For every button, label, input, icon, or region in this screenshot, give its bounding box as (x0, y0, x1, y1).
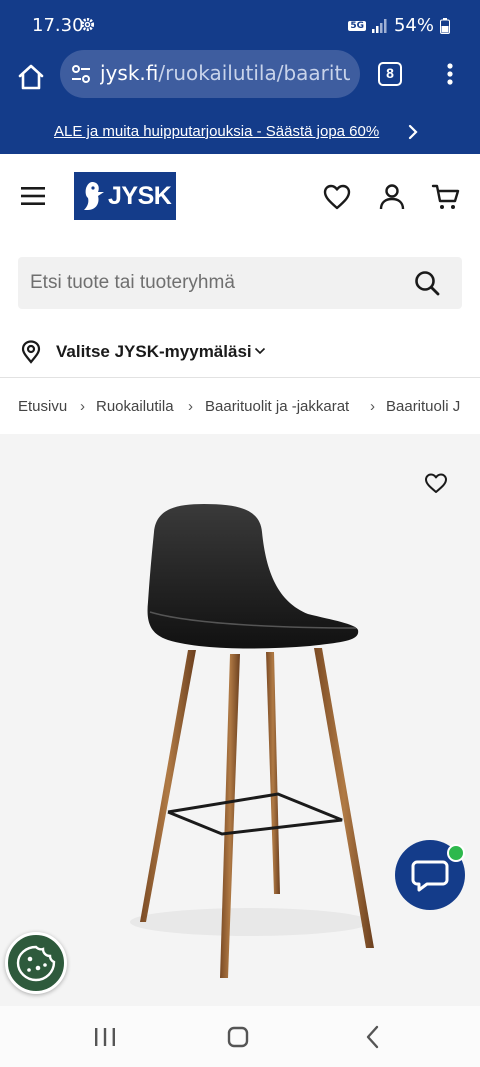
breadcrumb-item-barstools[interactable]: Baarituolit ja -jakkarat (205, 398, 349, 415)
chevron-right-icon (408, 124, 418, 140)
gear-icon (80, 17, 95, 32)
breadcrumb-separator: › (370, 398, 375, 415)
bird-logo-icon (84, 182, 104, 210)
more-options-icon[interactable] (440, 60, 460, 88)
person-icon[interactable] (377, 182, 407, 212)
network-type: 5G (348, 20, 366, 31)
search-input[interactable] (30, 267, 400, 299)
breadcrumb: Etusivu › Ruokailutila › Baarituolit ja … (0, 380, 480, 434)
status-bar: 17.30 5G 54% (0, 0, 480, 50)
breadcrumb-item-home[interactable]: Etusivu (18, 398, 67, 415)
url-text[interactable]: jysk.fi/ruokailutila/baarituo (100, 61, 350, 85)
chevron-down-icon (254, 347, 266, 355)
location-pin-icon (21, 340, 41, 364)
promo-banner[interactable]: ALE ja muita huipputarjouksia - Säästä j… (0, 112, 480, 154)
breadcrumb-separator: › (188, 398, 193, 415)
breadcrumb-separator: › (80, 398, 85, 415)
logo-text: JYSK (108, 182, 172, 210)
jysk-logo[interactable]: JYSK (74, 172, 176, 220)
home-icon[interactable] (16, 62, 46, 92)
address-bar[interactable]: jysk.fi/ruokailutila/baarituo (60, 50, 360, 98)
recent-apps-icon[interactable] (92, 1024, 118, 1050)
system-navigation-bar (0, 1006, 480, 1067)
signal-icon (371, 18, 387, 33)
battery-icon (440, 17, 450, 34)
cart-icon[interactable] (431, 182, 461, 212)
site-header: JYSK (0, 154, 480, 240)
heart-icon[interactable] (424, 472, 448, 494)
url-path: /ruokailutila/baarituo (158, 61, 350, 85)
search-icon[interactable] (414, 270, 440, 296)
bar-stool-product-image (130, 504, 374, 978)
browser-toolbar: jysk.fi/ruokailutila/baarituo 8 (0, 50, 480, 112)
cookie-settings-button[interactable] (5, 932, 67, 994)
heart-icon[interactable] (322, 182, 352, 212)
status-time: 17.30 (32, 15, 84, 36)
promo-link[interactable]: ALE ja muita huipputarjouksia - Säästä j… (54, 123, 379, 140)
store-label[interactable]: Valitse JYSK-myymäläsi (56, 342, 252, 362)
chat-online-indicator (447, 844, 465, 862)
status-indicators: 5G 54% (348, 15, 450, 36)
url-host: jysk.fi (100, 61, 159, 85)
breadcrumb-item-dining[interactable]: Ruokailutila (96, 398, 174, 415)
home-nav-icon[interactable] (225, 1024, 251, 1050)
tab-switcher-button[interactable]: 8 (378, 62, 402, 86)
breadcrumb-item-current: Baarituoli J (386, 398, 461, 415)
tune-icon[interactable] (70, 63, 92, 85)
store-selector[interactable]: Valitse JYSK-myymäläsi (0, 328, 480, 378)
cookie-icon (16, 945, 56, 982)
hamburger-icon[interactable] (20, 184, 46, 208)
battery-percent: 54% (393, 15, 434, 36)
search-bar (18, 257, 462, 309)
product-image-area[interactable] (0, 434, 480, 1006)
back-icon[interactable] (360, 1024, 386, 1050)
